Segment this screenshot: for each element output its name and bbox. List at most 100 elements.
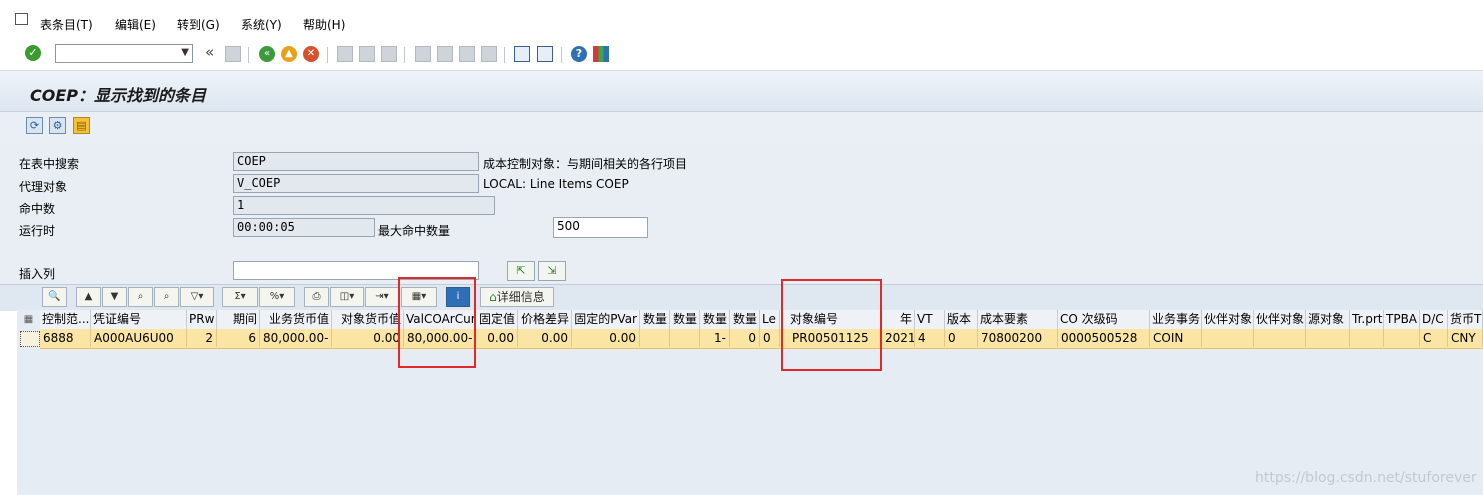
cell-transaction-currency[interactable]: 80,000.00- — [260, 329, 332, 347]
first-page-icon[interactable] — [415, 46, 431, 62]
append-column-button[interactable]: ⇲ — [538, 261, 566, 281]
col-version[interactable]: 版本 — [945, 310, 978, 329]
col-trprt[interactable]: Tr.prt — [1350, 310, 1384, 329]
cell-object-currency[interactable]: 0.00 — [332, 329, 404, 347]
enter-check-icon[interactable]: ✓ — [25, 45, 41, 61]
detail-info-button[interactable]: ⌂详细信息 — [480, 287, 554, 307]
select-all-icon[interactable]: ▦ — [20, 312, 37, 327]
col-year[interactable]: 年 — [882, 310, 915, 329]
col-fixed-pvar[interactable]: 固定的PVar — [572, 310, 640, 329]
cell-currency[interactable]: CNY — [1448, 329, 1483, 347]
cell-fixed-value[interactable]: 0.00 — [476, 329, 518, 347]
cell-vt[interactable]: 4 — [915, 329, 945, 347]
menu-help[interactable]: 帮助(H) — [303, 16, 345, 33]
cell-partner-object-1[interactable] — [1202, 329, 1254, 347]
previous-page-icon[interactable] — [437, 46, 453, 62]
print-preview-icon[interactable]: ⎙ — [304, 287, 329, 307]
proxy-object-field[interactable]: V_COEP — [233, 174, 479, 193]
col-object-currency[interactable]: 对象货币值 — [332, 310, 404, 329]
find-icon[interactable]: ⌕ — [128, 287, 153, 307]
table-row[interactable]: 6888 A000AU6U00 2 6 80,000.00- 0.00 80,0… — [40, 329, 1483, 349]
cell-source-object[interactable] — [1306, 329, 1350, 347]
cell-co-subkey[interactable]: 0000500528 — [1058, 329, 1150, 347]
col-co-subkey[interactable]: CO 次级码 — [1058, 310, 1150, 329]
shortcut-icon[interactable] — [537, 46, 553, 62]
cell-document-number[interactable]: A000AU6U00 — [91, 329, 187, 347]
col-tpba[interactable]: TPBA — [1384, 310, 1420, 329]
details-magnifier-icon[interactable]: 🔍 — [42, 287, 67, 307]
cancel-icon[interactable]: ✕ — [303, 46, 319, 62]
cell-quantity-4[interactable]: 0 — [730, 329, 760, 347]
col-fixed-value[interactable]: 固定值 — [476, 310, 518, 329]
cell-le[interactable]: 0 — [760, 329, 780, 347]
next-page-icon[interactable] — [459, 46, 475, 62]
sort-ascending-icon[interactable]: ▲ — [76, 287, 101, 307]
cell-dc[interactable]: C — [1420, 329, 1448, 347]
subtotal-icon[interactable]: %▾ — [259, 287, 295, 307]
find-next-icon[interactable] — [381, 46, 397, 62]
menu-table-entry[interactable]: 表条目(T) — [40, 16, 93, 33]
cell-version[interactable]: 0 — [945, 329, 978, 347]
cell-price-variance[interactable]: 0.00 — [518, 329, 572, 347]
col-vt[interactable]: VT — [915, 310, 945, 329]
cell-business-transaction[interactable]: COIN — [1150, 329, 1202, 347]
col-period[interactable]: 期间 — [217, 310, 260, 329]
cell-tpba[interactable] — [1384, 329, 1420, 347]
col-prw[interactable]: PRw — [187, 310, 217, 329]
col-document-number[interactable]: 凭证编号 — [91, 310, 187, 329]
col-partner-object-2[interactable]: 伙伴对象 — [1254, 310, 1306, 329]
cell-cost-element[interactable]: 70800200 — [978, 329, 1058, 347]
col-le[interactable]: Le — [760, 310, 780, 329]
layout-icon[interactable]: ▤ — [73, 117, 90, 134]
menu-goto[interactable]: 转到(G) — [177, 16, 220, 33]
col-controlling-area[interactable]: 控制范... — [40, 310, 91, 329]
menu-system[interactable]: 系统(Y) — [241, 16, 282, 33]
exit-icon[interactable]: ▲ — [281, 46, 297, 62]
help-icon[interactable]: ? — [571, 46, 587, 62]
col-transaction-currency[interactable]: 业务货币值 — [260, 310, 332, 329]
export-icon[interactable]: ⇥▾ — [365, 287, 399, 307]
back-icon[interactable]: « — [259, 46, 275, 62]
col-dc[interactable]: D/C — [1420, 310, 1448, 329]
cell-year[interactable]: 2021 — [882, 329, 915, 347]
sort-descending-icon[interactable]: ▼ — [102, 287, 127, 307]
col-quantity-4[interactable]: 数量 — [730, 310, 760, 329]
filter-icon[interactable]: ▽▾ — [180, 287, 214, 307]
find-next-icon[interactable]: ⌕ — [154, 287, 179, 307]
search-table-field[interactable]: COEP — [233, 152, 479, 171]
save-icon[interactable] — [225, 46, 241, 62]
insert-column-button[interactable]: ⇱ — [507, 261, 535, 281]
find-icon[interactable] — [359, 46, 375, 62]
cell-prw[interactable]: 2 — [187, 329, 217, 347]
last-page-icon[interactable] — [481, 46, 497, 62]
cell-quantity-1[interactable] — [640, 329, 670, 347]
settings-icon[interactable]: ⚙ — [49, 117, 66, 134]
menu-edit[interactable]: 编辑(E) — [115, 16, 156, 33]
col-partner-object-1[interactable]: 伙伴对象 — [1202, 310, 1254, 329]
menu-icon[interactable] — [15, 13, 28, 25]
cell-fixed-pvar[interactable]: 0.00 — [572, 329, 640, 347]
new-session-icon[interactable] — [514, 46, 530, 62]
cell-period[interactable]: 6 — [217, 329, 260, 347]
col-quantity-3[interactable]: 数量 — [700, 310, 730, 329]
sum-icon[interactable]: Σ▾ — [222, 287, 258, 307]
refresh-icon[interactable]: ⟳ — [26, 117, 43, 134]
col-quantity-2[interactable]: 数量 — [670, 310, 700, 329]
cell-trprt[interactable] — [1350, 329, 1384, 347]
cell-quantity-2[interactable] — [670, 329, 700, 347]
col-source-object[interactable]: 源对象 — [1306, 310, 1350, 329]
cell-controlling-area[interactable]: 6888 — [40, 329, 91, 347]
col-business-transaction[interactable]: 业务事务 — [1150, 310, 1202, 329]
chevron-down-icon[interactable]: ▼ — [181, 47, 189, 58]
back-history-icon[interactable]: « — [205, 43, 214, 61]
cell-partner-object-2[interactable] — [1254, 329, 1306, 347]
col-currency[interactable]: 货币T — [1448, 310, 1483, 329]
max-hits-input[interactable]: 500 — [553, 217, 648, 238]
col-quantity-1[interactable]: 数量 — [640, 310, 670, 329]
row-selector[interactable] — [20, 331, 40, 347]
customize-layout-icon[interactable] — [593, 46, 609, 62]
cell-quantity-3[interactable]: 1- — [700, 329, 730, 347]
views-icon[interactable]: ◫▾ — [330, 287, 364, 307]
print-icon[interactable] — [337, 46, 353, 62]
col-cost-element[interactable]: 成本要素 — [978, 310, 1058, 329]
